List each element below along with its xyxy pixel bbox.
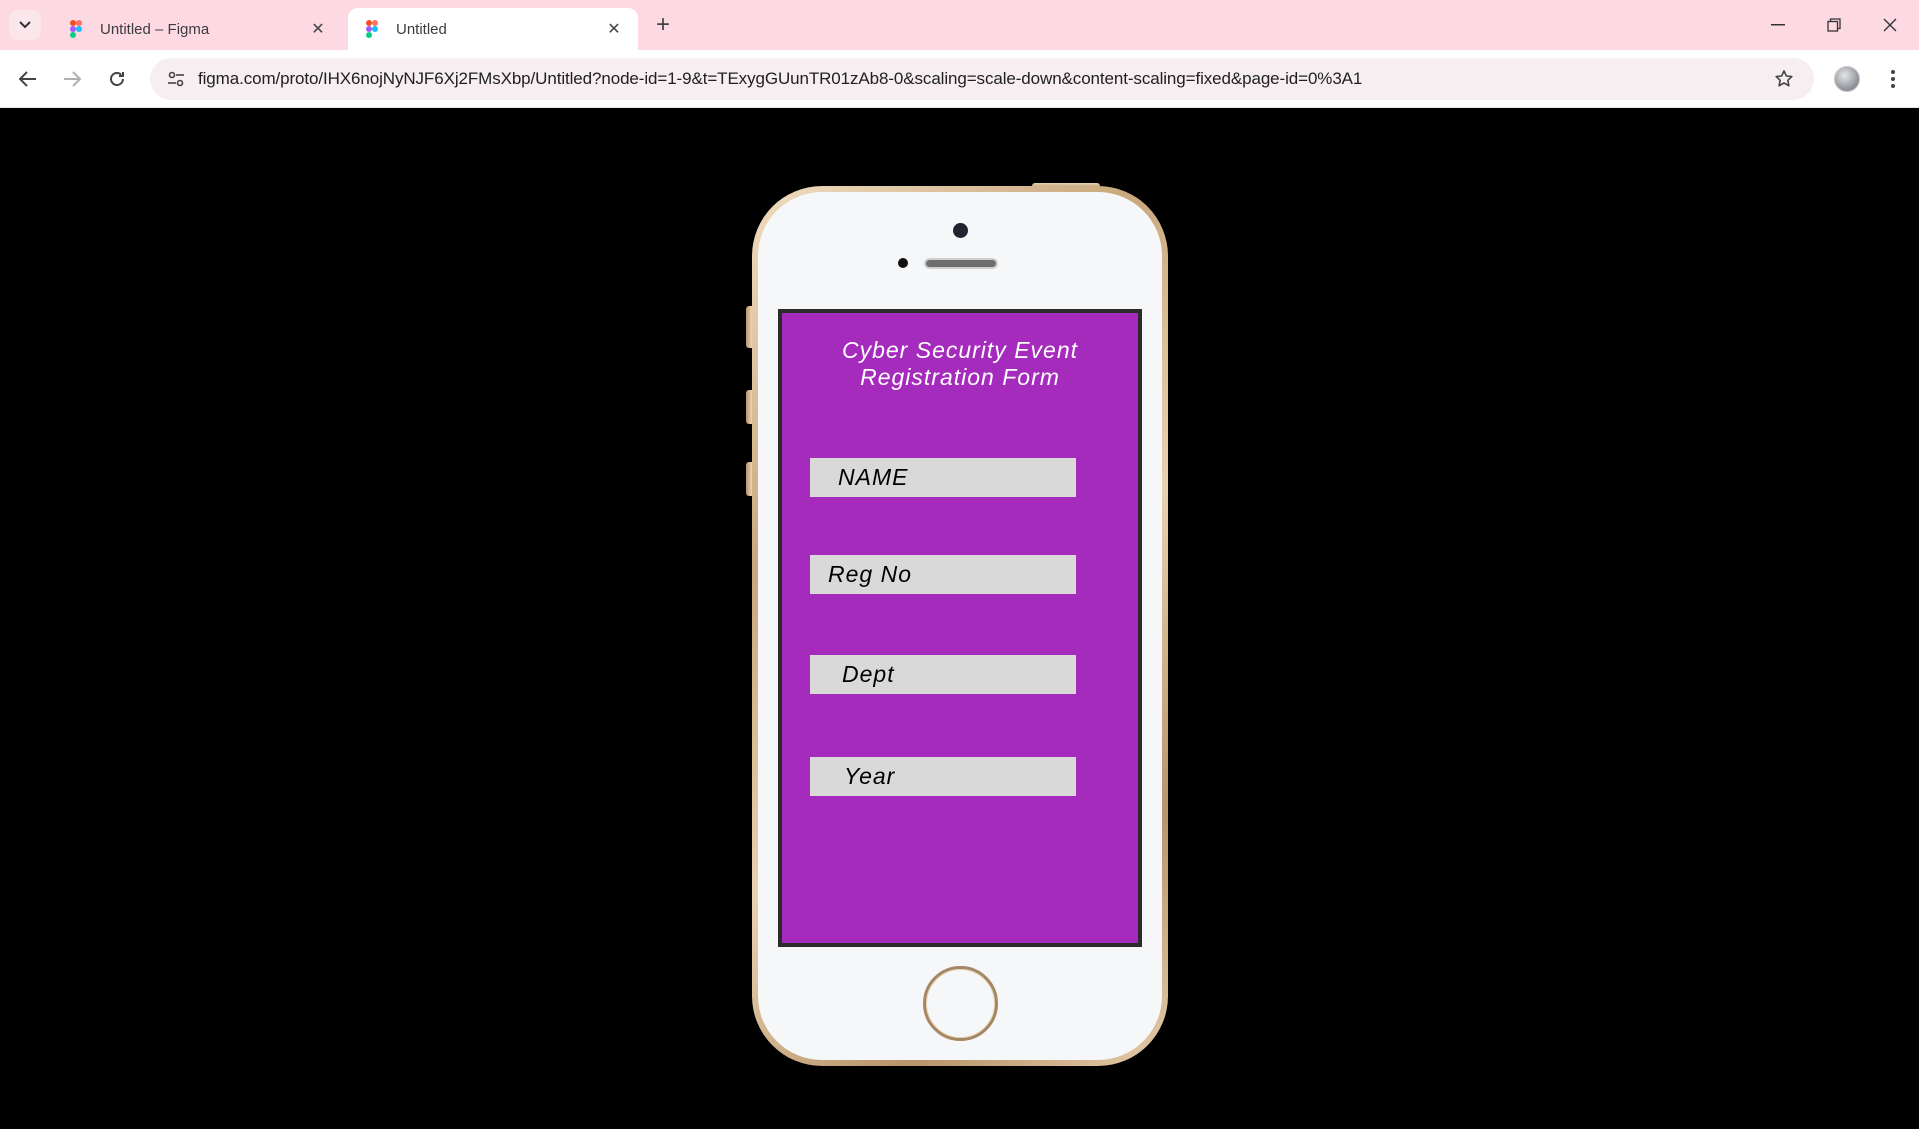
forward-button[interactable] [56, 63, 88, 95]
bookmark-button[interactable] [1762, 58, 1806, 100]
tab-title: Untitled [396, 20, 447, 38]
dept-field-label: Dept [842, 661, 895, 687]
tab-title: Untitled – Figma [100, 20, 210, 38]
minimize-icon [1771, 24, 1785, 26]
tab-search-button[interactable] [9, 10, 41, 40]
browser-toolbar: figma.com/proto/IHX6nojNyNJF6Xj2FMsXbp/U… [0, 50, 1919, 108]
plus-icon: + [655, 11, 670, 38]
reg-no-field[interactable]: Reg No [810, 555, 1076, 594]
proximity-sensor [898, 258, 908, 268]
reload-icon [110, 72, 124, 86]
year-field[interactable]: Year [810, 757, 1076, 796]
tab-untitled-figma[interactable]: Untitled – Figma ✕ [52, 8, 342, 50]
arrow-left-icon [19, 71, 36, 87]
restore-button[interactable] [1806, 0, 1862, 50]
phone-screen: Cyber Security Event Registration Form NA… [778, 309, 1142, 947]
more-vertical-icon [1891, 70, 1895, 88]
year-field-label: Year [844, 763, 896, 789]
close-window-button[interactable] [1862, 0, 1918, 50]
figma-icon [70, 20, 86, 38]
back-button[interactable] [12, 63, 44, 95]
chevron-down-icon [19, 21, 31, 29]
tune-icon [168, 71, 184, 87]
close-icon[interactable]: ✕ [308, 19, 328, 39]
url-text[interactable]: figma.com/proto/IHX6nojNyNJF6Xj2FMsXbp/U… [198, 69, 1762, 89]
close-icon[interactable]: ✕ [604, 19, 624, 39]
site-info-button[interactable] [154, 58, 198, 100]
front-camera [953, 223, 968, 238]
figma-icon [366, 20, 382, 38]
restore-icon [1827, 18, 1841, 32]
address-bar[interactable]: figma.com/proto/IHX6nojNyNJF6Xj2FMsXbp/U… [150, 58, 1814, 100]
dept-field[interactable]: Dept [810, 655, 1076, 694]
minimize-button[interactable] [1750, 0, 1806, 50]
reg-no-field-label: Reg No [828, 561, 912, 587]
reload-button[interactable] [101, 63, 133, 95]
earpiece-speaker [924, 258, 998, 269]
name-field-label: NAME [838, 464, 909, 490]
tab-strip: Untitled – Figma ✕ Untitled ✕ + [0, 0, 1919, 50]
new-tab-button[interactable]: + [648, 10, 678, 40]
close-icon [1883, 18, 1897, 32]
arrow-right-icon [64, 71, 81, 87]
form-title: Cyber Security Event Registration Form [841, 337, 1079, 390]
profile-avatar[interactable] [1834, 66, 1860, 92]
home-button[interactable] [923, 966, 998, 1041]
name-field[interactable]: NAME [810, 458, 1076, 497]
browser-menu-button[interactable] [1878, 63, 1908, 95]
star-icon [1775, 70, 1793, 87]
tab-untitled[interactable]: Untitled ✕ [348, 8, 638, 50]
